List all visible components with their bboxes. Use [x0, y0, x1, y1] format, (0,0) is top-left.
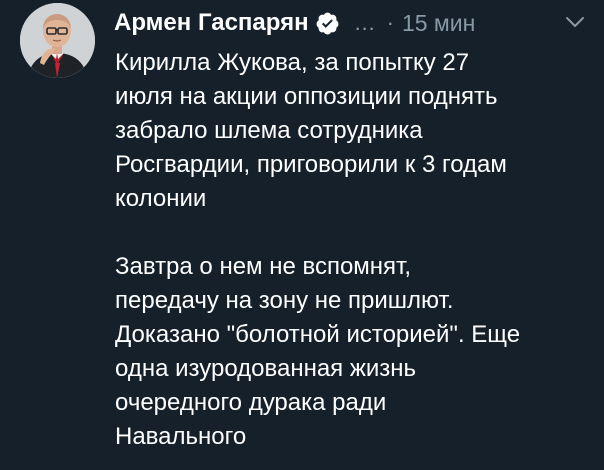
truncated-handle[interactable]: …	[354, 10, 377, 36]
tweet-text: Кирилла Жукова, за попытку 27 июля на ак…	[115, 46, 595, 454]
tweet-paragraph: Завтра о нем не вспомнят, передачу на зо…	[115, 250, 595, 454]
text-line: Росгвардии, приговорили к 3 годам	[115, 151, 507, 178]
author-name[interactable]: Армен Гаспарян	[114, 9, 309, 37]
chevron-down-icon[interactable]	[564, 14, 586, 30]
text-line: передачу на зону не пришлют.	[115, 287, 454, 314]
separator-dot: ·	[386, 10, 394, 35]
text-line: одна изуродованная жизнь	[115, 355, 417, 382]
text-line: колонии	[115, 185, 207, 212]
text-line: Завтра о нем не вспомнят,	[115, 253, 412, 280]
text-line: Доказано "болотной историей". Еще	[115, 321, 521, 348]
verified-badge-icon	[315, 11, 340, 36]
tweet-header: Армен Гаспарян … · 15 мин	[114, 9, 475, 37]
tweet-timestamp[interactable]: 15 мин	[402, 10, 475, 37]
text-line: Кирилла Жукова, за попытку 27	[115, 49, 470, 76]
text-line: июля на акции оппозиции поднять	[115, 83, 498, 110]
tweet-paragraph: Кирилла Жукова, за попытку 27 июля на ак…	[115, 46, 595, 216]
text-line: очередного дурака ради	[115, 389, 387, 416]
text-line: забрало шлема сотрудника	[115, 117, 423, 144]
text-line: Навального	[115, 423, 247, 450]
tweet-card: Армен Гаспарян … · 15 мин Кирилла Жукова…	[0, 0, 604, 470]
avatar[interactable]	[20, 3, 95, 78]
avatar-image	[20, 3, 95, 78]
